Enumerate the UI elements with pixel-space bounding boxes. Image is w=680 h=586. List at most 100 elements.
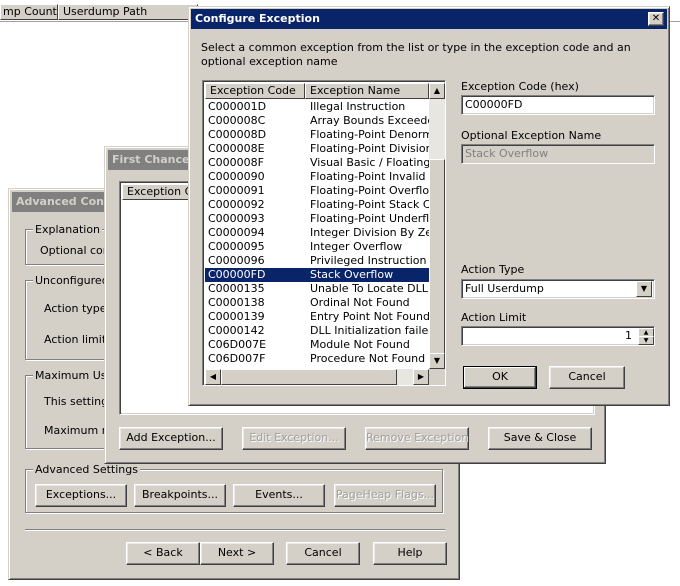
help-button[interactable]: Help xyxy=(373,542,447,565)
exception-name-cell: Visual Basic / Floating-Poi xyxy=(310,156,430,169)
exception-code-cell: C0000090 xyxy=(208,170,265,183)
exception-list-row[interactable]: C000008F Visual Basic / Floating-Poi xyxy=(205,156,430,170)
column-header-userdump-path[interactable]: Userdump Path xyxy=(58,4,198,20)
exception-code-cell: C0000135 xyxy=(208,282,265,295)
exception-list-row[interactable]: C0000135 Unable To Locate DLL xyxy=(205,282,430,296)
exception-list-row[interactable]: C0000093 Floating-Point Underflow xyxy=(205,212,430,226)
action-limit-input[interactable]: 1 ▲ ▼ xyxy=(461,326,655,346)
events-button-label: Events... xyxy=(255,488,303,501)
help-button-label: Help xyxy=(397,546,423,559)
next-button-label: Next > xyxy=(217,546,257,559)
exception-list-row[interactable]: C06D007F Procedure Not Found xyxy=(205,352,430,366)
action-type-value: Full Userdump xyxy=(465,282,544,295)
exception-list-row[interactable]: C06D007E Module Not Found xyxy=(205,338,430,352)
save-and-close-button[interactable]: Save & Close xyxy=(488,427,592,450)
exception-code-cell: C0000093 xyxy=(208,212,265,225)
exception-rows: C000001D Illegal Instruction C000008C Array… xyxy=(205,100,430,368)
exception-code-cell: C000008F xyxy=(208,156,264,169)
explanation-group-label: Explanation xyxy=(33,223,103,236)
exception-list-row[interactable]: C0000094 Integer Division By Zero xyxy=(205,226,430,240)
exception-code-cell: C0000138 xyxy=(208,296,265,309)
configure-exception-dialog: Configure Exception ✕ Select a common ex… xyxy=(188,6,670,406)
horizontal-scroll-thumb[interactable] xyxy=(221,369,397,385)
exceptions-button[interactable]: Exceptions... xyxy=(35,484,127,507)
cancel-button-label: Cancel xyxy=(304,546,342,559)
exception-list-row[interactable]: C000008C Array Bounds Exceeded xyxy=(205,114,430,128)
exception-list-row[interactable]: C00000FD Stack Overflow xyxy=(205,268,430,282)
exception-name-cell: Floating-Point Invalid Ope xyxy=(310,170,430,183)
events-button[interactable]: Events... xyxy=(233,484,325,507)
action-type-select[interactable]: Full Userdump ▼ xyxy=(461,279,655,299)
cancel-button[interactable]: Cancel xyxy=(286,542,360,565)
ok-button-label: OK xyxy=(492,370,508,383)
vertical-scrollbar[interactable]: ▲ ▼ xyxy=(429,83,445,369)
exception-list-row[interactable]: C0000138 Ordinal Not Found xyxy=(205,296,430,310)
exception-code-value: C00000FD xyxy=(465,98,523,111)
add-exception-button-label: Add Exception... xyxy=(126,431,216,444)
pageheap-flags-button[interactable]: PageHeap Flags... xyxy=(334,484,436,507)
exception-list-row[interactable]: C0000091 Floating-Point Overflow xyxy=(205,184,430,198)
action-type-label: Action Type xyxy=(461,263,525,276)
exception-list-row[interactable]: C0000096 Privileged Instruction xyxy=(205,254,430,268)
exception-list-row[interactable]: C0000142 DLL Initialization failed xyxy=(205,324,430,338)
exception-name-cell: Floating-Point Stack Chec xyxy=(310,198,430,211)
column-header-dump-count[interactable]: mp Count xyxy=(0,4,58,20)
exception-name-cell: Array Bounds Exceeded xyxy=(310,114,430,127)
exception-name-cell: Illegal Instruction xyxy=(310,100,406,113)
exception-code-label: Exception Code (hex) xyxy=(461,80,579,93)
exception-name-cell: Floating-Point Denormal O xyxy=(310,128,430,141)
next-button[interactable]: Next > xyxy=(200,542,274,565)
exception-code-cell: C0000139 xyxy=(208,310,265,323)
close-icon[interactable]: ✕ xyxy=(648,12,664,26)
configure-cancel-button[interactable]: Cancel xyxy=(549,366,625,389)
exception-name-cell: Module Not Found xyxy=(310,338,410,351)
exception-code-input[interactable]: C00000FD xyxy=(461,95,655,115)
exception-name-cell: Floating-Point Division By xyxy=(310,142,430,155)
remove-exception-button[interactable]: Remove Exception xyxy=(365,427,469,450)
exception-name-cell: Floating-Point Overflow xyxy=(310,184,430,197)
breakpoints-button-label: Breakpoints... xyxy=(142,488,218,501)
scroll-corner xyxy=(429,369,445,385)
exception-list[interactable]: Exception Code Exception Name C000001D Il… xyxy=(202,80,446,386)
action-limit-value: 1 xyxy=(625,329,632,342)
add-exception-button[interactable]: Add Exception... xyxy=(119,427,223,450)
dropdown-arrow-icon[interactable]: ▼ xyxy=(636,281,652,297)
scroll-left-icon[interactable]: ◀ xyxy=(205,369,221,385)
optional-name-input[interactable]: Stack Overflow xyxy=(461,144,655,164)
exception-name-cell: Stack Overflow xyxy=(310,268,394,281)
exception-list-row[interactable]: C000008D Floating-Point Denormal O xyxy=(205,128,430,142)
exception-name-cell: Floating-Point Underflow xyxy=(310,212,430,225)
exception-list-row[interactable]: C0000090 Floating-Point Invalid Ope xyxy=(205,170,430,184)
configure-exception-titlebar[interactable]: Configure Exception xyxy=(191,9,667,29)
scroll-right-icon[interactable]: ▶ xyxy=(413,369,429,385)
back-button[interactable]: < Back xyxy=(126,542,200,565)
save-and-close-button-label: Save & Close xyxy=(503,431,577,444)
breakpoints-button[interactable]: Breakpoints... xyxy=(134,484,226,507)
exception-name-header[interactable]: Exception Name xyxy=(305,83,429,99)
scroll-thumb[interactable] xyxy=(429,159,445,355)
edit-exception-button[interactable]: Edit Exception... xyxy=(242,427,346,450)
optional-name-value: Stack Overflow xyxy=(465,147,549,160)
back-button-label: < Back xyxy=(143,546,183,559)
exception-list-row[interactable]: C0000139 Entry Point Not Found xyxy=(205,310,430,324)
exception-code-cell: C0000092 xyxy=(208,198,265,211)
exception-code-cell: C0000091 xyxy=(208,184,265,197)
exception-list-row[interactable]: C0000092 Floating-Point Stack Chec xyxy=(205,198,430,212)
ok-button[interactable]: OK xyxy=(463,366,537,389)
scroll-down-icon[interactable]: ▼ xyxy=(429,353,445,369)
exception-list-row[interactable]: C000001D Illegal Instruction xyxy=(205,100,430,114)
exception-name-cell: Procedure Not Found xyxy=(310,352,426,365)
horizontal-scrollbar[interactable]: ◀ ▶ xyxy=(205,369,429,385)
exception-code-cell: C000008D xyxy=(208,128,267,141)
exception-code-cell: C06D007E xyxy=(208,338,267,351)
exceptions-button-label: Exceptions... xyxy=(45,488,117,501)
spin-down-icon[interactable]: ▼ xyxy=(638,336,654,345)
scroll-up-icon[interactable]: ▲ xyxy=(429,83,445,99)
exception-list-row[interactable]: C0000095 Integer Overflow xyxy=(205,240,430,254)
exception-name-cell: Privileged Instruction xyxy=(310,254,427,267)
remove-exception-button-label: Remove Exception xyxy=(366,431,469,444)
optional-name-label: Optional Exception Name xyxy=(461,129,602,142)
exception-name-cell: Entry Point Not Found xyxy=(310,310,430,323)
exception-code-header[interactable]: Exception Code xyxy=(205,83,305,99)
exception-list-row[interactable]: C000008E Floating-Point Division By xyxy=(205,142,430,156)
